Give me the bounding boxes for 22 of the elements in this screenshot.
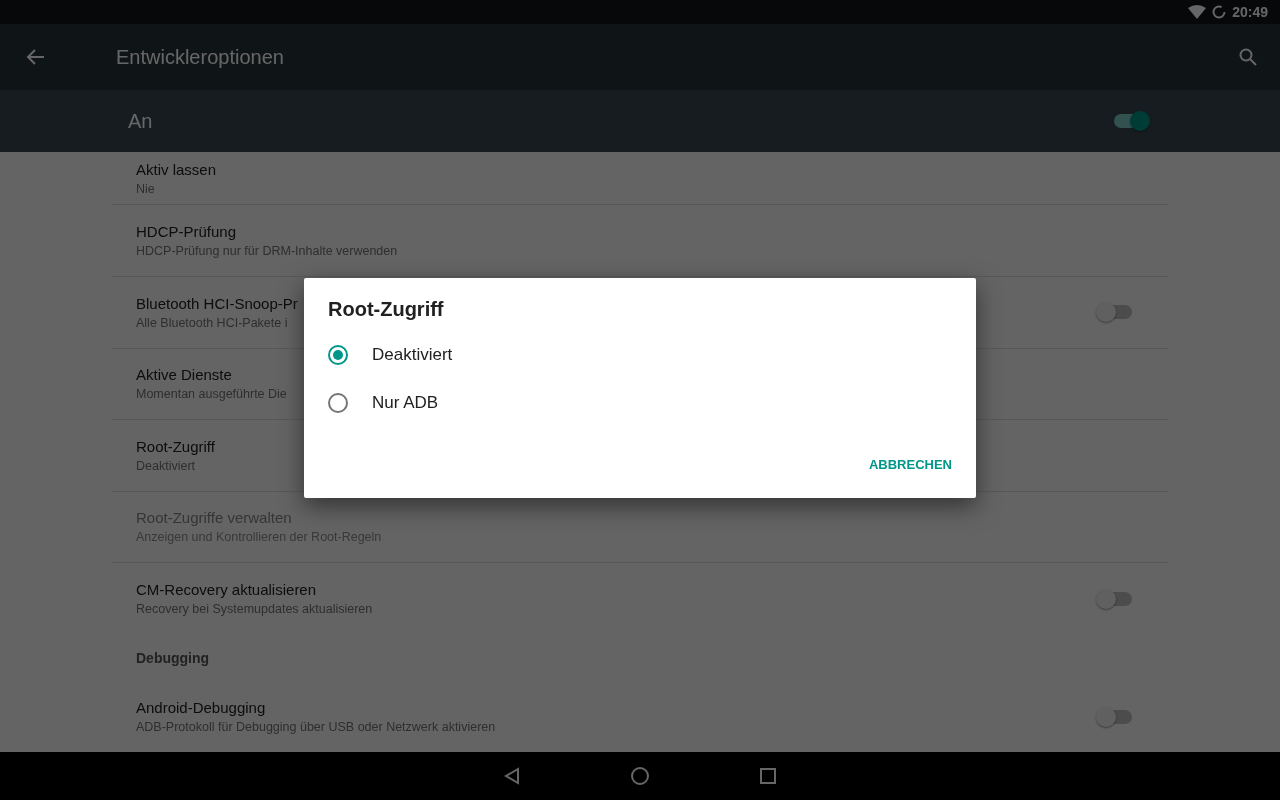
home-circle-icon[interactable] bbox=[628, 764, 652, 788]
setting-title[interactable]: CM-Recovery aktualisieren bbox=[136, 581, 317, 599]
dialog-title: Root-Zugriff bbox=[328, 298, 445, 321]
toggle-switch[interactable] bbox=[1098, 709, 1132, 724]
setting-title[interactable]: Root-Zugriff bbox=[136, 437, 215, 455]
clock-time: 20:49 bbox=[1232, 4, 1268, 20]
toggle-switch[interactable] bbox=[1098, 591, 1132, 606]
category-header: Debugging bbox=[136, 649, 210, 666]
setting-title[interactable]: HDCP-Prüfung bbox=[136, 223, 237, 241]
app-title: Entwickleroptionen bbox=[116, 45, 285, 69]
setting-title[interactable]: Aktive Dienste bbox=[136, 366, 232, 384]
setting-title[interactable]: Aktiv lassen bbox=[136, 160, 217, 178]
cancel-button[interactable]: ABBRECHEN bbox=[868, 449, 952, 480]
toggle-switch[interactable] bbox=[1114, 114, 1148, 128]
wifi-icon bbox=[1188, 5, 1207, 19]
radio-option[interactable]: Nur ADB bbox=[328, 379, 952, 427]
master-switch-label: An bbox=[128, 109, 154, 133]
setting-title[interactable]: Android-Debugging bbox=[136, 699, 266, 717]
toggle-switch[interactable] bbox=[1098, 305, 1132, 320]
radio-option[interactable]: Deaktiviert bbox=[328, 331, 952, 379]
loading-circle-icon bbox=[1212, 5, 1227, 19]
setting-title[interactable]: Bluetooth HCI-Snoop-Pr bbox=[136, 294, 298, 312]
